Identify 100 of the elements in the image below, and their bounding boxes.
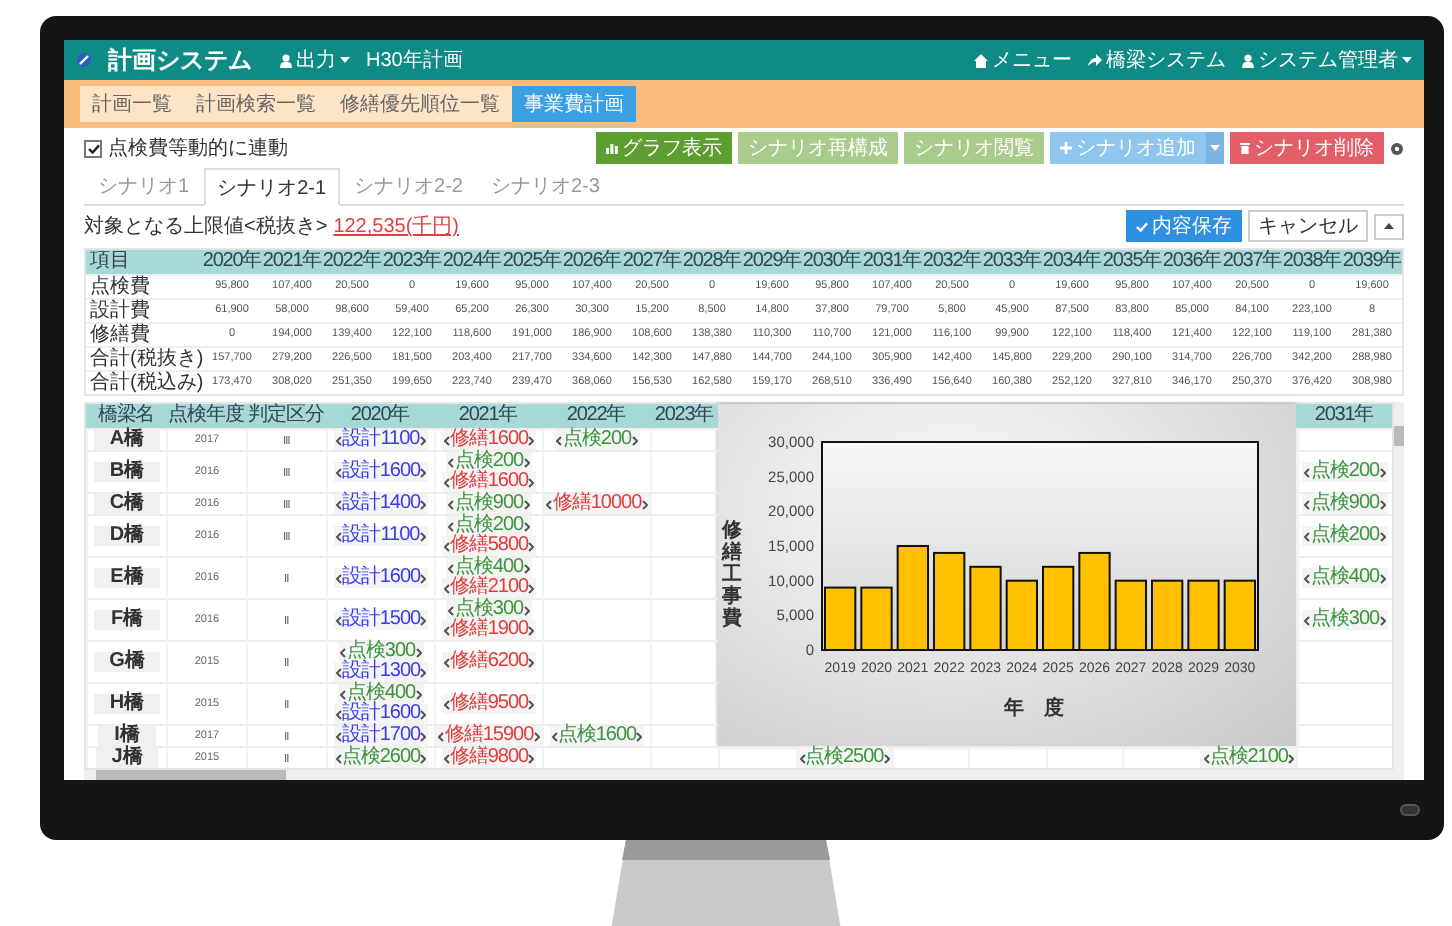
chevron-left-icon[interactable] <box>336 435 343 445</box>
chevron-left-icon[interactable] <box>1203 753 1210 763</box>
chevron-right-icon[interactable] <box>1288 753 1294 763</box>
chevron-right-icon[interactable] <box>528 435 535 445</box>
chevron-right-icon[interactable] <box>528 753 535 763</box>
plan-chip[interactable]: 修繕1900 <box>441 620 537 640</box>
plan-chip[interactable]: 設計1600 <box>333 568 429 588</box>
chevron-right-icon[interactable] <box>420 615 427 625</box>
chevron-right-icon[interactable] <box>420 573 427 583</box>
plan-chip[interactable]: 設計1600 <box>333 704 429 724</box>
plan-chip[interactable]: 修繕1600 <box>441 430 537 450</box>
graph-button[interactable]: グラフ表示 <box>596 132 732 164</box>
checkbox[interactable] <box>84 139 102 157</box>
chevron-right-icon[interactable] <box>420 753 427 763</box>
nav-tab[interactable]: 修繕優先順位一覧 <box>328 86 512 122</box>
chevron-left-icon[interactable] <box>335 499 342 509</box>
chevron-left-icon[interactable] <box>443 435 450 445</box>
plan-chip[interactable]: 点検200 <box>446 452 532 472</box>
chevron-right-icon[interactable] <box>883 753 890 763</box>
chevron-right-icon[interactable] <box>420 731 427 741</box>
nav-link[interactable]: 橋梁システム <box>1088 46 1226 74</box>
delete-button[interactable]: シナリオ削除 <box>1230 132 1384 164</box>
limit-value-link[interactable]: 122,535(千円) <box>333 212 459 240</box>
nav-tab[interactable]: 事業費計画 <box>512 86 636 122</box>
chevron-right-icon[interactable] <box>528 699 535 709</box>
plan-chip[interactable]: 修繕10000 <box>544 494 650 514</box>
plan-chip[interactable]: 点検400 <box>338 684 424 704</box>
plan-chip[interactable]: 修繕2100 <box>441 578 537 598</box>
plan-chip[interactable]: 点検400 <box>446 558 532 578</box>
plan-chip[interactable]: 設計1100 <box>334 430 428 450</box>
chevron-right-icon[interactable] <box>528 657 535 667</box>
chevron-right-icon[interactable] <box>641 499 648 509</box>
chevron-right-icon[interactable] <box>1379 531 1386 541</box>
plan-chip[interactable]: 修繕9800 <box>441 748 537 768</box>
nav-tab[interactable]: 計画検索一覧 <box>184 86 328 122</box>
settings-icon[interactable] <box>1390 141 1404 155</box>
chevron-right-icon[interactable] <box>419 531 426 541</box>
chevron-left-icon[interactable] <box>335 731 342 741</box>
plan-chip[interactable]: 設計1500 <box>333 610 429 630</box>
plan-chip[interactable]: 点検300 <box>338 642 424 662</box>
plan-chip[interactable]: 設計1700 <box>333 726 429 746</box>
cancel-button[interactable]: キャンセル <box>1248 210 1368 242</box>
chevron-left-icon[interactable] <box>1304 573 1311 583</box>
nav-tab[interactable]: 計画一覧 <box>80 86 184 122</box>
chevron-left-icon[interactable] <box>1304 531 1311 541</box>
chevron-left-icon[interactable] <box>443 657 450 667</box>
plan-chip[interactable]: 修繕15900 <box>436 726 542 746</box>
plan-chip[interactable]: 点検2100 <box>1201 748 1296 768</box>
chevron-right-icon[interactable] <box>631 435 638 445</box>
chevron-right-icon[interactable] <box>1379 467 1386 477</box>
plan-chip[interactable]: 修繕9500 <box>441 694 537 714</box>
chevron-left-icon[interactable] <box>1304 615 1311 625</box>
chevron-left-icon[interactable] <box>546 499 553 509</box>
menu-link[interactable]: 出力 <box>280 46 350 74</box>
plan-chip[interactable]: 点検200 <box>446 516 532 536</box>
plan-chip[interactable]: 設計1600 <box>333 462 429 482</box>
plan-chip[interactable]: 設計1100 <box>334 526 428 546</box>
chevron-left-icon[interactable] <box>799 753 805 763</box>
chevron-left-icon[interactable] <box>336 531 343 541</box>
nav-link[interactable]: メニュー <box>974 46 1072 74</box>
plan-chip[interactable]: 点検900 <box>446 494 532 514</box>
plan-chip[interactable]: 点検2500 <box>797 748 892 768</box>
chevron-left-icon[interactable] <box>335 753 342 763</box>
chevron-left-icon[interactable] <box>335 467 342 477</box>
chevron-right-icon[interactable] <box>1379 573 1386 583</box>
plan-chip[interactable]: 点検300 <box>1302 610 1388 630</box>
plan-chip[interactable]: 修繕1600 <box>441 472 537 492</box>
chevron-right-icon[interactable] <box>419 435 426 445</box>
plan-chip[interactable]: 点検200 <box>1302 462 1388 482</box>
chevron-left-icon[interactable] <box>1304 467 1311 477</box>
chevron-left-icon[interactable] <box>556 435 563 445</box>
plan-chip[interactable]: 点検400 <box>1302 568 1388 588</box>
chevron-right-icon[interactable] <box>533 731 540 741</box>
chevron-right-icon[interactable] <box>420 467 427 477</box>
chevron-right-icon[interactable] <box>1379 499 1386 509</box>
scenario-tab[interactable]: シナリオ2-1 <box>203 168 341 206</box>
menu-link[interactable]: H30年計画 <box>366 46 463 74</box>
chevron-right-icon[interactable] <box>636 731 643 741</box>
chevron-right-icon[interactable] <box>523 499 530 509</box>
collapse-button[interactable] <box>1374 213 1404 239</box>
chevron-left-icon[interactable] <box>438 731 445 741</box>
chevron-left-icon[interactable] <box>443 753 450 763</box>
save-button[interactable]: 内容保存 <box>1126 210 1242 242</box>
vertical-scrollbar[interactable] <box>1394 402 1404 770</box>
nav-link[interactable]: システム管理者 <box>1242 46 1412 74</box>
chevron-left-icon[interactable] <box>335 615 342 625</box>
chevron-left-icon[interactable] <box>1304 499 1311 509</box>
plan-chip[interactable]: 点検900 <box>1302 494 1388 514</box>
chevron-left-icon[interactable] <box>448 499 455 509</box>
plan-chip[interactable]: 点検200 <box>1302 526 1388 546</box>
plan-chip[interactable]: 点検1600 <box>549 726 645 746</box>
horizontal-scrollbar[interactable] <box>84 770 1404 780</box>
plan-chip[interactable]: 設計1300 <box>333 662 429 682</box>
plan-chip[interactable]: 点検2600 <box>333 748 429 768</box>
plan-chip[interactable]: 修繕5800 <box>441 536 537 556</box>
chevron-right-icon[interactable] <box>1379 615 1386 625</box>
chevron-left-icon[interactable] <box>335 573 342 583</box>
chevron-left-icon[interactable] <box>443 699 450 709</box>
chevron-right-icon[interactable] <box>420 499 427 509</box>
chevron-left-icon[interactable] <box>551 731 558 741</box>
